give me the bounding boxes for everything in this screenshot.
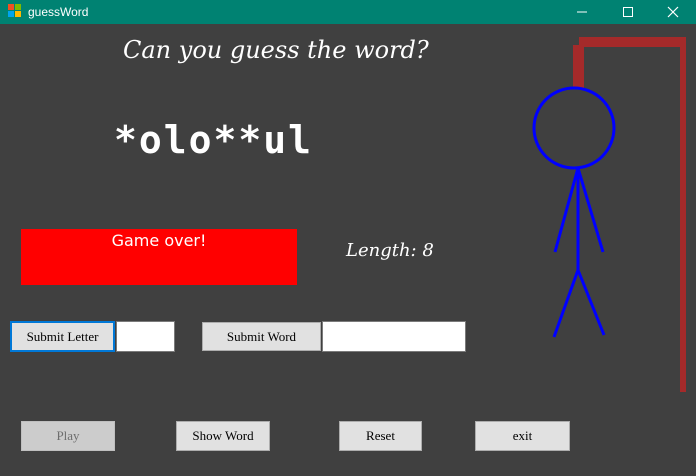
gallows-beam xyxy=(579,37,685,47)
gallows-post xyxy=(680,37,686,392)
hangman-drawing xyxy=(532,37,686,392)
figure-left-arm xyxy=(553,167,580,253)
figure-head xyxy=(532,86,616,170)
hangman-figure xyxy=(532,86,616,338)
figure-left-leg xyxy=(552,269,580,338)
figure-right-leg xyxy=(576,269,606,336)
gallows-rope xyxy=(573,45,584,88)
figure-right-arm xyxy=(576,167,605,253)
